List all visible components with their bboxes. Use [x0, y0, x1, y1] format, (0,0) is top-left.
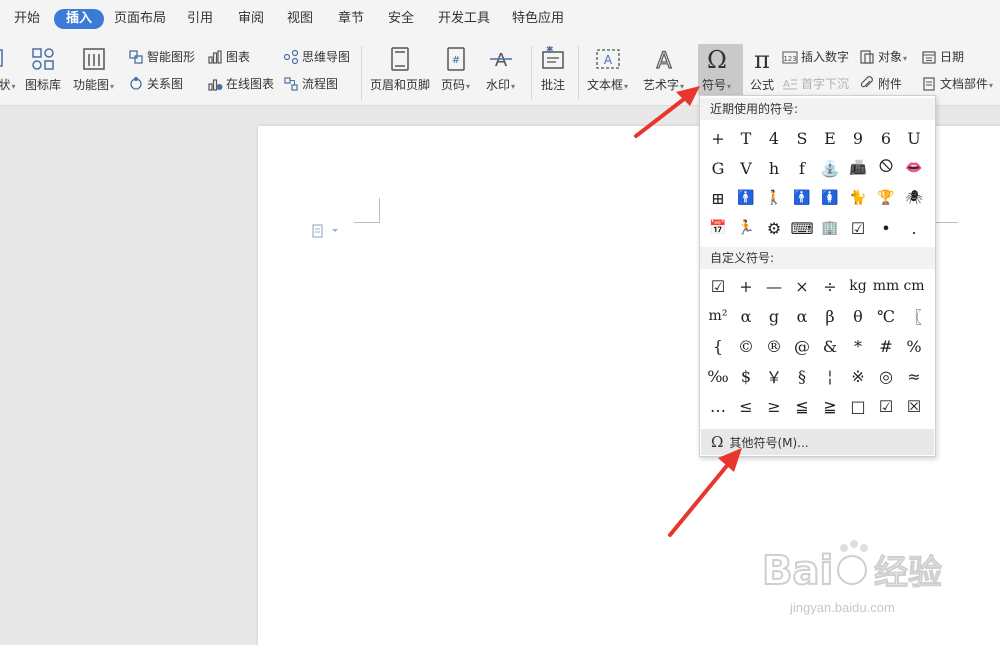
svg-text:Bai: Bai — [762, 548, 833, 594]
arrow-to-symbol-button — [634, 86, 700, 138]
svg-text:经验: 经验 — [874, 553, 942, 593]
baidu-watermark-url: jingyan.baidu.com — [790, 600, 895, 615]
baidu-watermark-logo: Bai 经验 — [762, 540, 943, 595]
arrow-to-more-symbols — [668, 448, 742, 537]
